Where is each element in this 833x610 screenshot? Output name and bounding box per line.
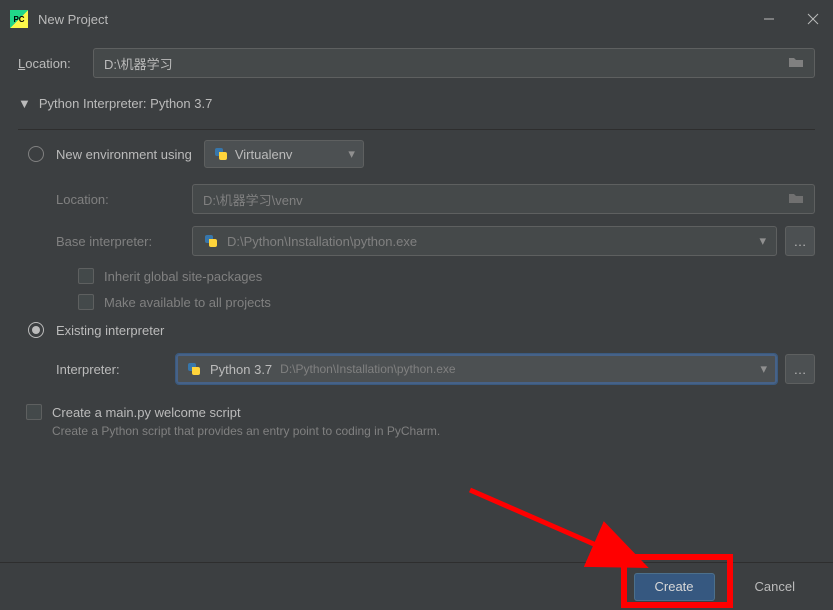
interpreter-section-label: Python Interpreter: Python 3.7: [39, 96, 212, 111]
chevron-down-icon: ▾: [760, 361, 767, 377]
python-icon: [186, 361, 202, 377]
new-env-dropdown-value: Virtualenv: [235, 147, 293, 162]
make-available-checkbox: [78, 294, 94, 310]
chevron-down-icon: ▾: [348, 146, 355, 162]
existing-radio[interactable]: [28, 322, 44, 338]
location-value: D:\机器学习: [104, 54, 173, 73]
dialog-footer: Create Cancel: [0, 562, 833, 610]
window-title: New Project: [38, 12, 759, 27]
location-input[interactable]: D:\机器学习: [93, 48, 815, 78]
welcome-script-checkbox[interactable]: [26, 404, 42, 420]
welcome-script-row: Create a main.py welcome script: [18, 404, 815, 420]
existing-radio-label: Existing interpreter: [56, 323, 164, 338]
minimize-button[interactable]: [759, 9, 779, 29]
inherit-checkbox-label: Inherit global site-packages: [104, 269, 262, 284]
new-env-location-label: Location:: [56, 192, 192, 207]
base-interpreter-input: D:\Python\Installation\python.exe ▾: [192, 226, 777, 256]
new-env-location-value: D:\机器学习\venv: [203, 190, 303, 209]
close-button[interactable]: [803, 9, 823, 29]
new-env-radio-row: New environment using Virtualenv ▾: [18, 140, 815, 168]
new-env-radio-label: New environment using: [56, 147, 192, 162]
folder-icon: [788, 191, 804, 208]
folder-icon[interactable]: [788, 55, 804, 72]
existing-radio-row: Existing interpreter: [18, 322, 815, 338]
inherit-checkbox: [78, 268, 94, 284]
python-icon: [203, 233, 219, 249]
cancel-button[interactable]: Cancel: [735, 573, 815, 601]
new-env-nested: Location: D:\机器学习\venv Base interpreter:…: [18, 184, 815, 310]
expand-arrow-icon: ▼: [18, 96, 31, 111]
app-icon: PC: [10, 10, 28, 28]
separator: [18, 129, 815, 130]
location-label: Location:: [18, 56, 93, 71]
location-row: Location: D:\机器学习: [18, 48, 815, 78]
interpreter-browse-button[interactable]: …: [785, 354, 815, 384]
base-interpreter-label: Base interpreter:: [56, 234, 192, 249]
welcome-script-label: Create a main.py welcome script: [52, 405, 241, 420]
interpreter-section-header[interactable]: ▼ Python Interpreter: Python 3.7: [18, 96, 815, 111]
interpreter-primary: Python 3.7: [210, 362, 272, 377]
interpreter-path: D:\Python\Installation\python.exe: [280, 362, 455, 376]
interpreter-label: Interpreter:: [56, 362, 176, 377]
python-icon: [213, 146, 229, 162]
chevron-down-icon: ▾: [759, 233, 766, 249]
base-interpreter-browse-button[interactable]: …: [785, 226, 815, 256]
new-env-radio[interactable]: [28, 146, 44, 162]
make-available-checkbox-label: Make available to all projects: [104, 295, 271, 310]
dialog-content: Location: D:\机器学习 ▼ Python Interpreter: …: [0, 38, 833, 448]
base-interpreter-value: D:\Python\Installation\python.exe: [227, 234, 417, 249]
interpreter-dropdown[interactable]: Python 3.7 D:\Python\Installation\python…: [176, 354, 777, 384]
create-button[interactable]: Create: [634, 573, 715, 601]
new-env-dropdown[interactable]: Virtualenv ▾: [204, 140, 364, 168]
window-controls: [759, 9, 823, 29]
existing-interpreter-row: Interpreter: Python 3.7 D:\Python\Instal…: [18, 354, 815, 384]
welcome-script-description: Create a Python script that provides an …: [18, 424, 815, 438]
new-env-location-input: D:\机器学习\venv: [192, 184, 815, 214]
titlebar: PC New Project: [0, 0, 833, 38]
